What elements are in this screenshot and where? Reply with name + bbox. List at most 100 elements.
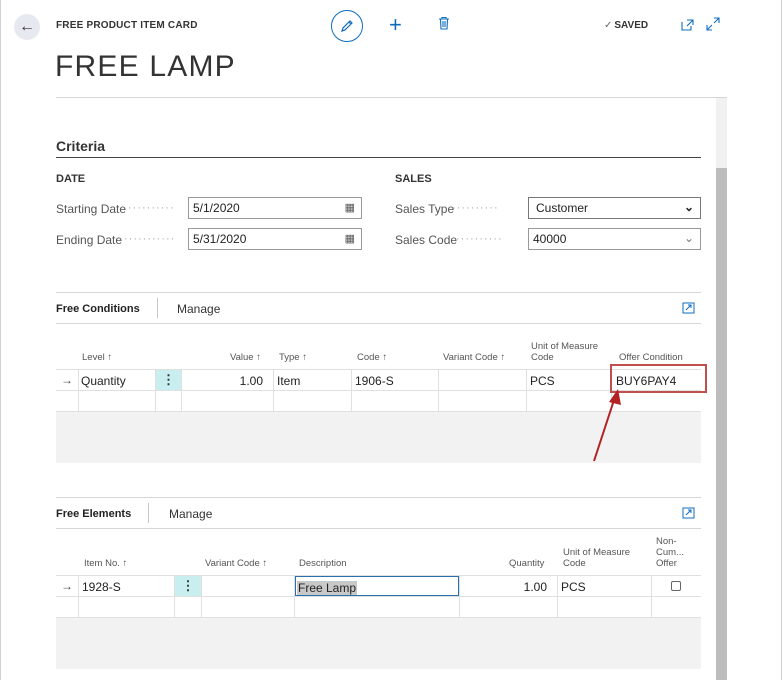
column-header-noncum-line1: Non- [656, 536, 677, 547]
element-uom-cell[interactable]: PCS [561, 580, 586, 594]
back-arrow-icon: ← [19, 18, 35, 35]
more-options-icon: ⋮ [181, 578, 195, 593]
calendar-icon[interactable]: ▦ [345, 232, 355, 245]
page-title: FREE LAMP [55, 50, 236, 83]
open-new-window-button[interactable] [681, 18, 694, 36]
condition-code-cell[interactable]: 1906-S [355, 374, 394, 388]
free-elements-top-divider [56, 497, 701, 498]
column-header-offer-condition[interactable]: Offer Condition [619, 352, 683, 363]
grid-line [651, 575, 652, 617]
window-left-border [0, 0, 1, 680]
grid-line [557, 575, 558, 617]
column-header-unit-of-measure[interactable]: Unit of Measure Code [563, 547, 630, 569]
column-header-uom-line2: Code [531, 352, 554, 363]
condition-level-cell[interactable]: Quantity [81, 374, 126, 388]
window-right-border [781, 0, 782, 680]
element-item-no-cell[interactable]: 1928-S [82, 580, 121, 594]
grid-line [56, 596, 701, 597]
delete-button[interactable] [438, 16, 450, 35]
sales-group-heading: SALES [395, 173, 432, 185]
row-actions-button[interactable]: ⋮ [156, 370, 181, 390]
row-actions-button[interactable]: ⋮ [175, 576, 201, 596]
ending-date-field[interactable]: 5/31/2020 ▦ [188, 228, 362, 250]
scrollbar-thumb[interactable] [716, 168, 727, 680]
starting-date-field[interactable]: 5/1/2020 ▦ [188, 197, 362, 219]
column-header-description[interactable]: Description [299, 558, 347, 569]
grid-line [351, 369, 352, 411]
grid-line [438, 369, 439, 411]
column-header-variant-code[interactable]: Variant Code ↑ [205, 558, 267, 569]
expand-button[interactable] [706, 17, 720, 36]
column-header-non-cumulative-offer[interactable]: Non- Cum... Offer [656, 536, 684, 569]
trash-icon [439, 16, 449, 30]
element-quantity-cell[interactable]: 1.00 [460, 580, 547, 594]
expand-icon [706, 17, 720, 31]
free-conditions-title[interactable]: Free Conditions [56, 303, 140, 315]
free-elements-title[interactable]: Free Elements [56, 508, 131, 520]
section-separator [157, 298, 158, 318]
calendar-icon[interactable]: ▦ [345, 201, 355, 214]
criteria-divider [56, 157, 701, 158]
column-header-code[interactable]: Code ↑ [357, 352, 387, 363]
element-description-value: Free Lamp [297, 581, 358, 595]
section-separator [148, 503, 149, 523]
condition-value-cell[interactable]: 1.00 [182, 374, 263, 388]
sales-code-label: Sales Code [395, 233, 458, 247]
column-header-uom-line1: Unit of Measure [531, 341, 599, 352]
add-button[interactable]: + [389, 12, 402, 38]
card-type-label: FREE PRODUCT ITEM CARD [56, 20, 198, 31]
current-row-arrow-icon: → [61, 373, 73, 387]
grid-line [273, 369, 274, 411]
free-elements-manage-menu[interactable]: Manage [169, 507, 212, 521]
header-divider [56, 97, 727, 98]
column-header-uom-line1: Unit of Measure [563, 547, 631, 558]
column-header-value[interactable]: Value ↑ [230, 352, 261, 363]
share-icon[interactable] [682, 302, 695, 317]
more-options-icon: ⋮ [162, 372, 175, 387]
column-header-quantity[interactable]: Quantity [509, 558, 544, 569]
sales-code-value: 40000 [533, 232, 567, 246]
column-header-level[interactable]: Level ↑ [82, 352, 112, 363]
annotation-arrow-icon [593, 389, 621, 462]
column-header-variant-code[interactable]: Variant Code ↑ [443, 352, 505, 363]
grid-line [78, 369, 79, 411]
column-header-type[interactable]: Type ↑ [279, 352, 307, 363]
grid-line [56, 369, 701, 370]
ending-date-value: 5/31/2020 [193, 232, 247, 246]
edit-button[interactable] [331, 10, 363, 42]
column-header-item-no[interactable]: Item No. ↑ [84, 558, 127, 569]
free-elements-header-divider [56, 528, 701, 529]
sales-type-value: Customer [536, 201, 589, 215]
free-conditions-header-divider [56, 323, 701, 324]
criteria-section-title[interactable]: Criteria [56, 138, 105, 154]
chevron-down-icon[interactable]: ⌄ [684, 231, 694, 245]
checkmark-icon: ✓ [604, 20, 613, 31]
plus-icon: + [389, 12, 402, 37]
label-leader-dots: ·········· [456, 233, 503, 245]
starting-date-value: 5/1/2020 [193, 201, 240, 215]
grid-line [201, 575, 202, 617]
sales-type-select[interactable]: Customer ⌄ [528, 197, 701, 219]
pencil-icon [341, 20, 353, 32]
save-status-text: SAVED [614, 20, 649, 31]
open-in-new-window-icon [681, 19, 694, 31]
grid-line [78, 575, 79, 617]
label-leader-dots: ··········· [124, 233, 176, 245]
sales-type-label: Sales Type [395, 202, 455, 216]
starting-date-label: Starting Date [56, 202, 127, 216]
free-elements-empty-area [56, 618, 701, 669]
condition-type-cell[interactable]: Item [277, 374, 300, 388]
column-header-noncum-line3: Offer [656, 558, 677, 569]
back-button[interactable]: ← [14, 14, 40, 40]
date-group-heading: DATE [56, 173, 86, 185]
free-conditions-top-divider [56, 292, 701, 293]
current-row-arrow-icon: → [61, 579, 73, 593]
save-status: ✓ SAVED [604, 20, 648, 31]
ending-date-label: Ending Date [56, 233, 123, 247]
sales-code-field[interactable]: 40000 ⌄ [528, 228, 701, 250]
share-icon[interactable] [682, 507, 695, 522]
condition-uom-cell[interactable]: PCS [530, 374, 555, 388]
non-cumulative-offer-checkbox[interactable] [671, 581, 681, 591]
free-conditions-manage-menu[interactable]: Manage [177, 302, 220, 316]
column-header-unit-of-measure[interactable]: Unit of Measure Code [531, 341, 598, 363]
